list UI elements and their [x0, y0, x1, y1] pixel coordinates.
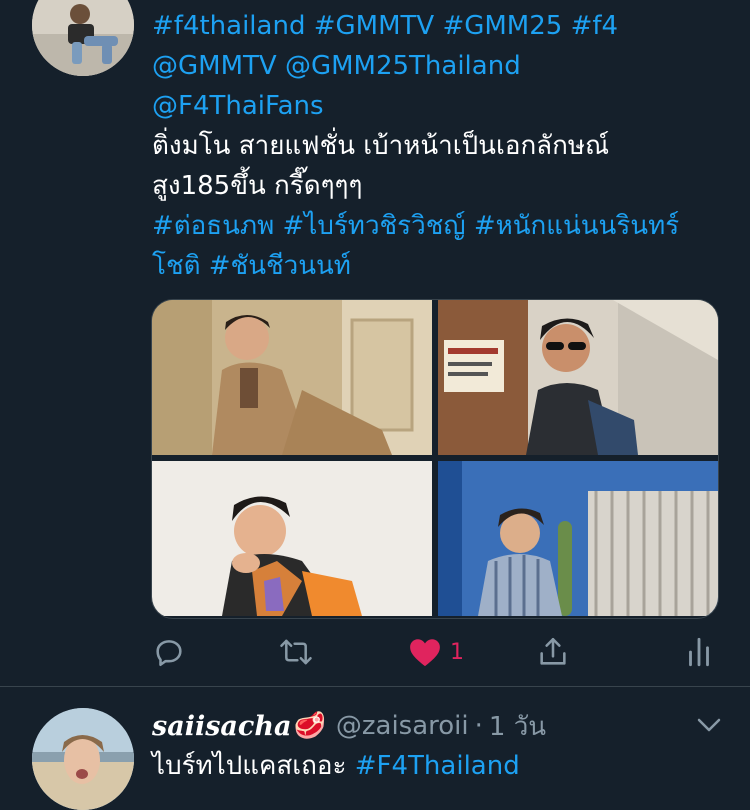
- share-button[interactable]: [536, 630, 570, 674]
- photo-image: [438, 300, 718, 455]
- user-handle[interactable]: @zaisaroii: [336, 711, 469, 741]
- media-photo[interactable]: [438, 461, 718, 616]
- photo-image: [438, 461, 718, 616]
- tweet-body-line: สูง185ขึ้น กรี๊ดๆๆๆ: [152, 171, 363, 201]
- retweet-icon: [280, 639, 312, 665]
- hashtag-line[interactable]: โชติ #ชันชีวนนท์: [152, 246, 732, 286]
- like-button[interactable]: 1: [408, 630, 464, 674]
- hashtag-line[interactable]: #f4thailand #GMMTV #GMM25 #f4: [152, 6, 732, 46]
- tweet-body-line: ติ่งมโน สายแฟชั่น เบ้าหน้าเป็นเอกลักษณ์: [152, 131, 610, 161]
- mention-line[interactable]: @F4ThaiFans: [152, 86, 732, 126]
- meat-emoji: 🥩: [293, 711, 326, 741]
- share-icon: [540, 637, 566, 665]
- like-count: 1: [450, 639, 464, 665]
- tweet-header: saiisacha 🥩 @zaisaroii · 1 วัน: [152, 706, 546, 746]
- tweet-text: ไบร์ทไปแคสเถอะ #F4Thailand: [152, 746, 732, 786]
- reply-button[interactable]: [152, 630, 186, 674]
- heart-icon: [410, 639, 440, 667]
- analytics-icon: [689, 637, 709, 667]
- chevron-down-icon: [697, 718, 721, 732]
- timestamp[interactable]: 1 วัน: [489, 706, 546, 747]
- tweet-body: ไบร์ทไปแคสเถอะ: [152, 751, 355, 781]
- reply-icon: [156, 640, 182, 667]
- hashtag-line[interactable]: #ต่อธนภพ #ไบร์ทวชิรวิชญ์ #หนักแน่นนรินทร…: [152, 206, 732, 246]
- media-photo[interactable]: [438, 300, 718, 455]
- media-photo[interactable]: [152, 461, 432, 616]
- tweet-text: #f4thailand #GMMTV #GMM25 #f4 @GMMTV @GM…: [152, 6, 732, 286]
- analytics-button[interactable]: [686, 630, 712, 674]
- more-button[interactable]: [694, 710, 724, 744]
- tweet-divider: [0, 686, 750, 687]
- media-grid: [151, 299, 719, 619]
- avatar-image: [32, 0, 134, 76]
- display-name[interactable]: saiisacha: [152, 711, 291, 742]
- avatar[interactable]: [32, 0, 134, 76]
- hashtag-link[interactable]: #F4Thailand: [355, 751, 520, 781]
- separator: ·: [474, 711, 483, 741]
- media-photo[interactable]: [152, 300, 432, 455]
- tweet-actions: 1: [0, 630, 750, 674]
- photo-image: [152, 300, 432, 455]
- retweet-button[interactable]: [278, 630, 314, 674]
- avatar[interactable]: [32, 708, 134, 810]
- avatar-image: [32, 708, 134, 810]
- photo-image: [152, 461, 432, 616]
- mention-line[interactable]: @GMMTV @GMM25Thailand: [152, 46, 732, 86]
